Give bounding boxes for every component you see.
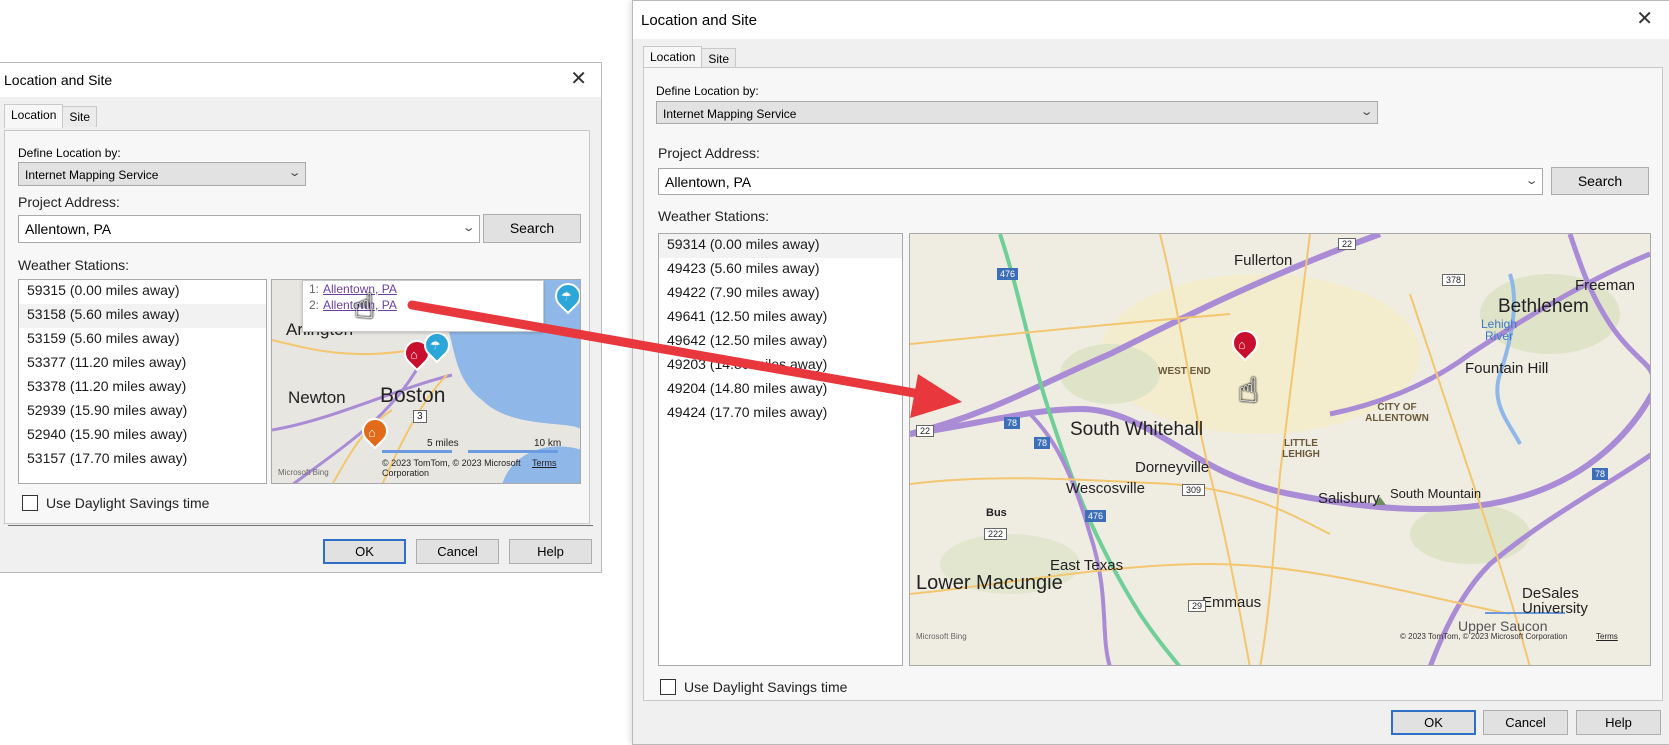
annotation-arrow bbox=[407, 300, 962, 418]
